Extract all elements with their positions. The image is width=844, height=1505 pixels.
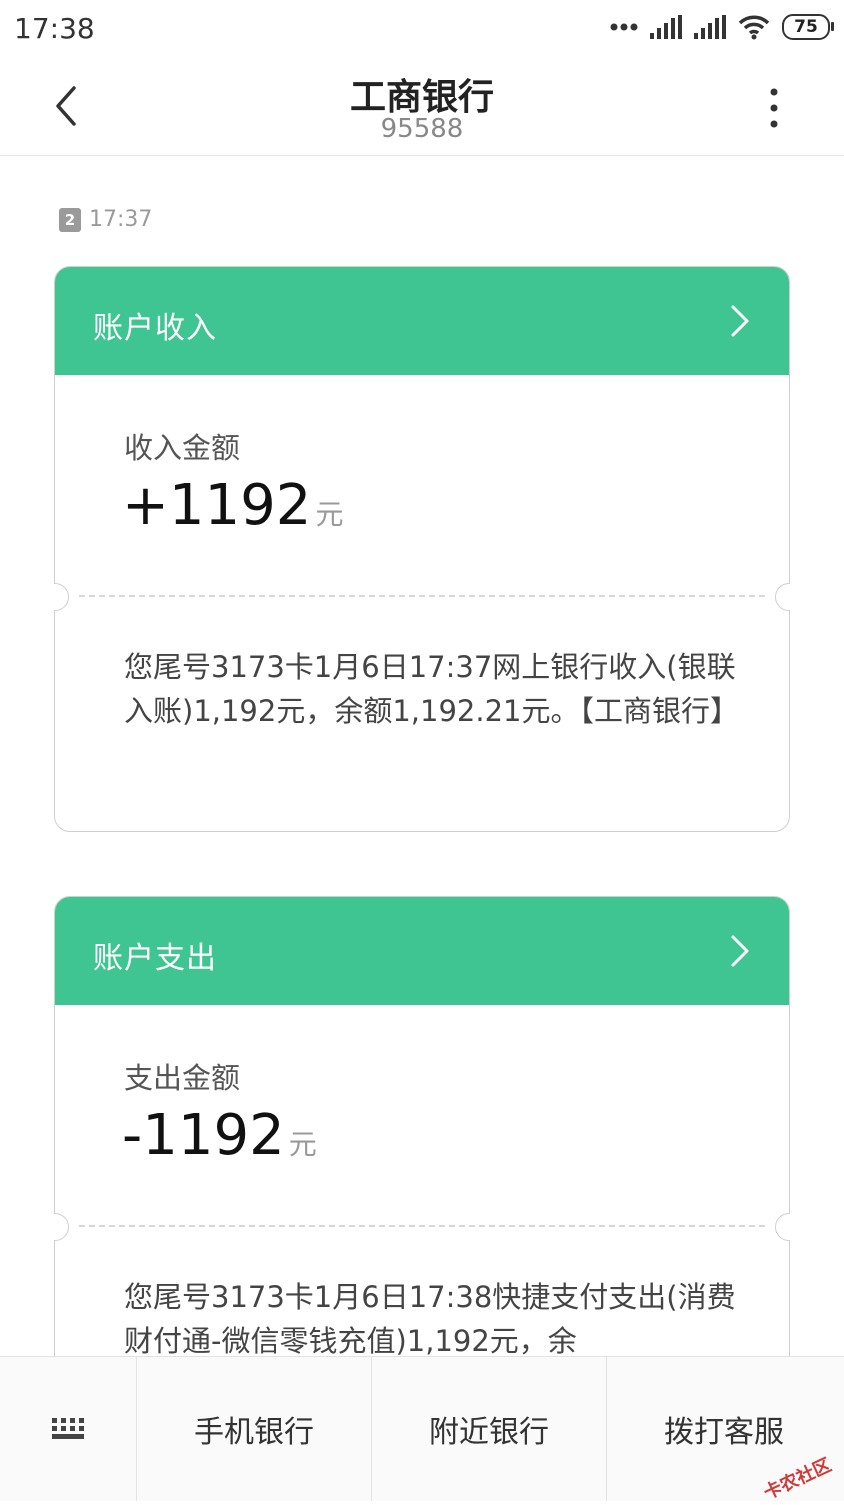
amount-value: -1192 元	[122, 1103, 317, 1168]
amount-label: 支出金额	[124, 1061, 241, 1095]
contact-name: 工商银行	[349, 77, 494, 118]
dashed-divider	[79, 1225, 765, 1227]
income-card: 账户收入 收入金额 +1192 元 您尾号3173卡1月6日17:37网上银行收入…	[40, 266, 804, 832]
conversation-header: 工商银行 95588	[0, 58, 844, 156]
notch-mask	[40, 581, 54, 611]
sms-body: 您尾号3173卡1月6日17:37网上银行收入(银联入账)1,192元，余额1,…	[124, 650, 739, 728]
more-options-button[interactable]	[752, 84, 796, 132]
status-time: 17:38	[14, 12, 95, 45]
signal-icon-2	[694, 15, 726, 39]
nearby-bank-button[interactable]: 附近银行	[372, 1357, 606, 1501]
bottom-action-bar: 手机银行 附近银行 拨打客服 卡农社区	[0, 1356, 844, 1504]
wifi-icon	[738, 15, 770, 40]
sms-body: 您尾号3173卡1月6日17:38快捷支付支出(消费财付通-微信零钱充值)1,1…	[124, 1280, 736, 1358]
income-card-header[interactable]: 账户收入	[55, 267, 789, 375]
notch-mask	[40, 1211, 54, 1241]
amount-number: -1192	[122, 1103, 285, 1168]
notch-mask	[790, 1211, 804, 1241]
battery-indicator: 75	[782, 14, 834, 40]
notch-mask	[790, 581, 804, 611]
amount-value: +1192 元	[122, 473, 343, 538]
amount-unit: 元	[315, 498, 344, 531]
mobile-banking-button[interactable]: 手机银行	[137, 1357, 371, 1501]
expense-card-header[interactable]: 账户支出	[55, 897, 789, 1005]
contact-number: 95588	[380, 114, 464, 144]
watermark-logo: 卡农社区	[760, 1454, 835, 1505]
card-header-label: 账户支出	[93, 941, 217, 976]
amount-label: 收入金额	[124, 431, 241, 465]
more-dots-icon	[610, 23, 638, 31]
keyboard-button[interactable]	[0, 1357, 136, 1501]
message-meta: 2 17:37	[59, 207, 152, 232]
card-header-label: 账户收入	[93, 311, 217, 346]
status-icons: 75	[610, 14, 834, 40]
more-vertical-icon	[770, 88, 778, 128]
call-service-button[interactable]: 拨打客服 卡农社区	[607, 1357, 841, 1504]
amount-unit: 元	[288, 1128, 317, 1161]
message-time: 17:37	[89, 207, 153, 232]
status-bar: 17:38 75	[0, 0, 844, 58]
chevron-right-icon	[731, 305, 749, 337]
call-service-label: 拨打客服	[664, 1415, 784, 1450]
signal-icon	[650, 15, 682, 39]
sim-badge: 2	[59, 207, 81, 232]
keyboard-icon	[52, 1418, 84, 1439]
dashed-divider	[79, 595, 765, 597]
amount-number: +1192	[122, 473, 312, 538]
chevron-right-icon	[731, 935, 749, 967]
